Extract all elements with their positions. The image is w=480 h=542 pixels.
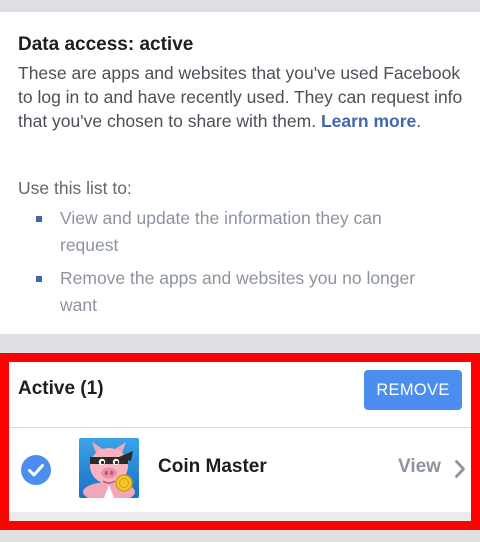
active-apps-title: Active (1) bbox=[18, 378, 104, 399]
use-list-item-text: Remove the apps and websites you no long… bbox=[60, 268, 416, 315]
remove-button[interactable]: REMOVE bbox=[364, 370, 462, 410]
use-list-item-remove: Remove the apps and websites you no long… bbox=[36, 265, 436, 319]
use-list-item-update: View and update the information they can… bbox=[36, 205, 436, 259]
checkmark-circle-icon[interactable] bbox=[21, 455, 51, 485]
use-list: View and update the information they can… bbox=[36, 205, 436, 325]
active-apps-card: Active (1) REMOVE Coin Master View bbox=[9, 362, 471, 521]
use-list-item-text: View and update the information they can… bbox=[60, 208, 382, 255]
bullet-square-icon bbox=[36, 216, 42, 222]
data-access-title: Data access: active bbox=[18, 34, 194, 55]
bullet-square-icon bbox=[36, 276, 42, 282]
app-row-coin-master[interactable]: Coin Master View bbox=[9, 428, 471, 512]
data-access-info-card: Data access: active These are apps and w… bbox=[0, 12, 480, 334]
coin-master-pig-icon bbox=[79, 438, 139, 498]
active-apps-header: Active (1) REMOVE bbox=[9, 362, 471, 427]
chevron-right-icon[interactable] bbox=[454, 459, 466, 479]
bottom-divider-strip bbox=[0, 530, 480, 542]
top-divider-strip bbox=[0, 0, 480, 12]
card-bottom-shade bbox=[9, 512, 471, 521]
data-access-description: These are apps and websites that you've … bbox=[18, 61, 468, 133]
app-name: Coin Master bbox=[158, 456, 267, 477]
view-app-link[interactable]: View bbox=[398, 456, 441, 478]
learn-more-link[interactable]: Learn more bbox=[321, 111, 416, 131]
use-list-heading: Use this list to: bbox=[18, 178, 132, 198]
description-period: . bbox=[416, 111, 422, 131]
